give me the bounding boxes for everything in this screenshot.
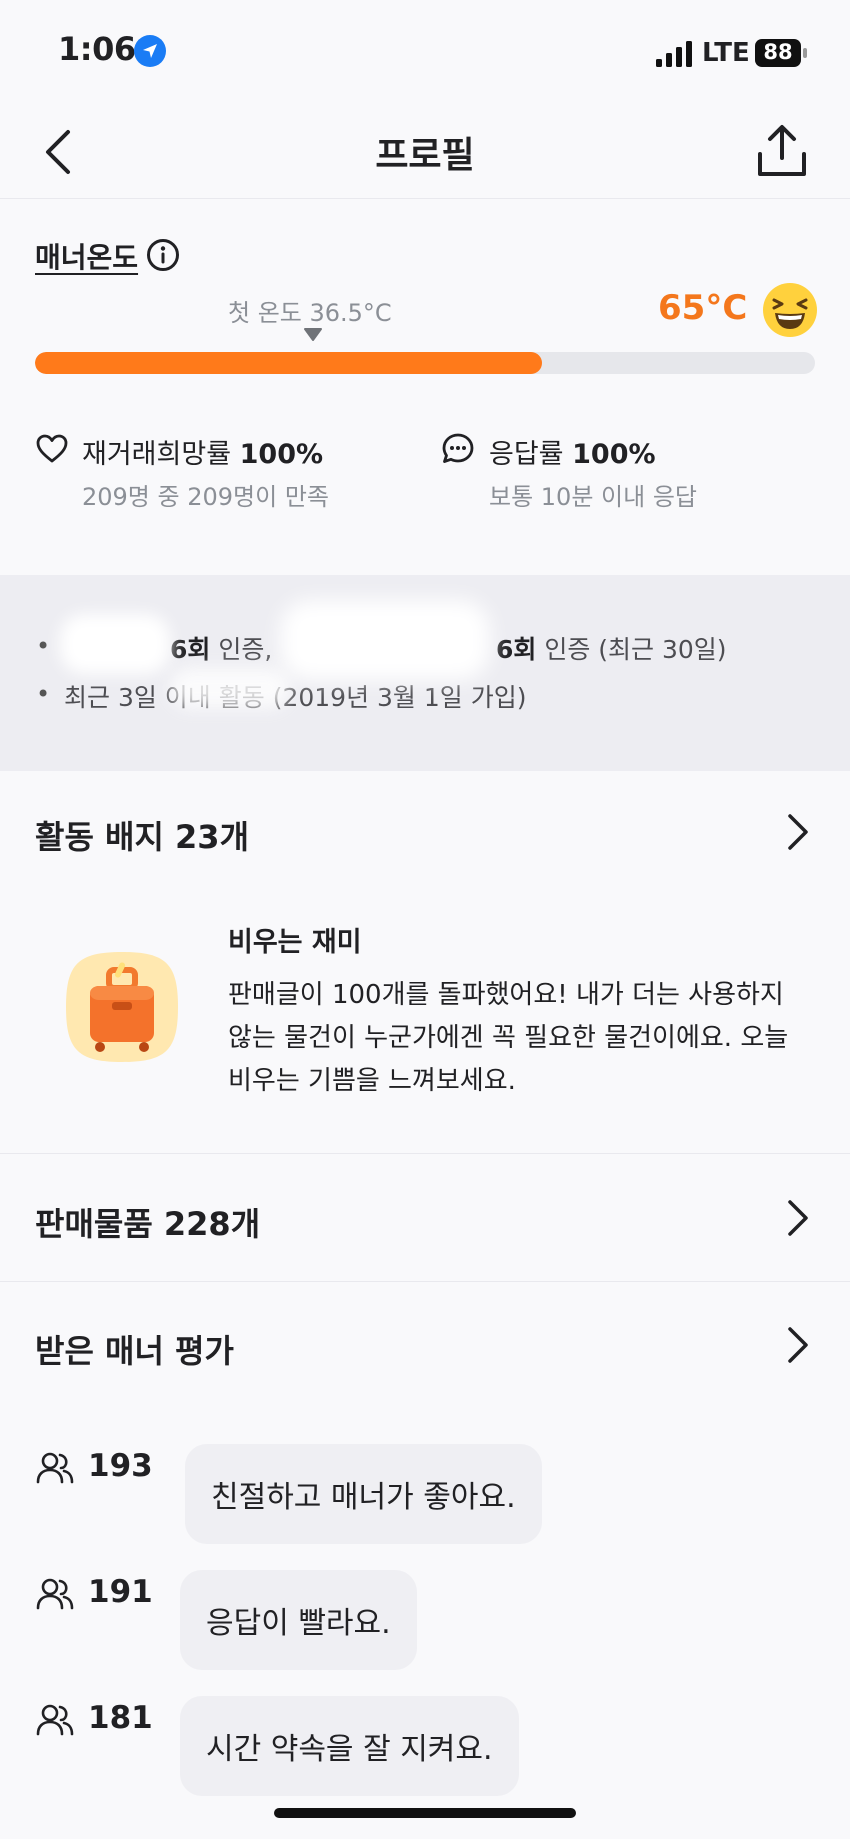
manner-temp-bar (35, 352, 815, 374)
battery-level: 88 (763, 40, 793, 64)
verify-text-1: 인증, (210, 635, 273, 664)
rebuy-sub: 209명 중 209명이 만족 (82, 483, 329, 511)
bullet-dot: • (36, 680, 51, 708)
verification-line: 6회 인증, (170, 630, 272, 666)
review-count: 191 (88, 1574, 153, 1610)
verification-line-2: 6회 인증 (최근 30일) (496, 630, 727, 666)
response-stat: 응답률 100% (489, 432, 656, 471)
section-divider (0, 1281, 850, 1282)
review-bubble: 친절하고 매너가 좋아요. (185, 1444, 542, 1544)
first-temp-label: 첫 온도 36.5°C (228, 299, 392, 327)
badge-name: 비우는 재미 (228, 927, 362, 958)
response-label: 응답률 (489, 439, 564, 470)
status-time: 1:06 (58, 30, 136, 68)
network-label: LTE (702, 38, 750, 68)
redaction-blur (60, 614, 170, 674)
verify-count-1: 6회 (170, 635, 211, 664)
heart-icon (36, 434, 68, 463)
response-sub: 보통 10분 이내 응답 (489, 483, 697, 511)
people-icon (36, 1704, 74, 1736)
manner-temp-value: 65°C (658, 288, 748, 328)
people-icon (36, 1452, 74, 1484)
chat-bubble-icon (442, 433, 474, 463)
section-divider (0, 1153, 850, 1154)
battery-icon: 88 (754, 38, 808, 68)
rebuy-value: 100% (239, 439, 324, 470)
sales-title[interactable]: 판매물품 228개 (35, 1199, 260, 1245)
manner-temp-title[interactable]: 매너온도 (35, 236, 138, 276)
rebuy-label: 재거래희망률 (82, 439, 232, 470)
location-arrow-icon (134, 35, 166, 67)
redaction-blur (170, 668, 290, 708)
chevron-right-icon[interactable] (784, 810, 812, 854)
page-title: 프로필 (375, 135, 475, 176)
bullet-dot: • (36, 632, 51, 660)
reviews-title[interactable]: 받은 매너 평가 (35, 1326, 234, 1372)
people-icon (36, 1578, 74, 1610)
review-count: 181 (88, 1700, 153, 1736)
review-bubble: 시간 약속을 잘 지켜요. (180, 1696, 519, 1796)
verify-count-2: 6회 (496, 635, 537, 664)
recent-activity-line: 최근 3일 이내 활동 (2019년 3월 1일 가입) (64, 683, 527, 712)
redaction-blur (280, 600, 490, 680)
signal-icon (656, 41, 692, 67)
suitcase-badge-icon[interactable] (62, 948, 182, 1066)
response-value: 100% (572, 439, 656, 470)
header-divider (0, 198, 850, 199)
share-icon[interactable] (756, 124, 808, 180)
first-temp-marker-icon (304, 328, 322, 341)
info-icon[interactable] (146, 238, 180, 272)
chevron-right-icon[interactable] (784, 1323, 812, 1367)
badge-description: 판매글이 100개를 돌파했어요! 내가 더는 사용하지 않는 물건이 누군가에… (228, 980, 789, 1096)
laughing-face-icon (763, 283, 817, 337)
home-indicator[interactable] (274, 1808, 576, 1818)
badges-title[interactable]: 활동 배지 23개 (35, 812, 249, 858)
review-bubble: 응답이 빨라요. (180, 1570, 417, 1670)
manner-temp-bar-fill (35, 352, 542, 374)
chevron-right-icon[interactable] (784, 1196, 812, 1240)
rebuy-stat: 재거래희망률 100% (82, 432, 323, 471)
verify-text-2: 인증 (최근 30일) (536, 635, 727, 664)
review-count: 193 (88, 1448, 153, 1484)
